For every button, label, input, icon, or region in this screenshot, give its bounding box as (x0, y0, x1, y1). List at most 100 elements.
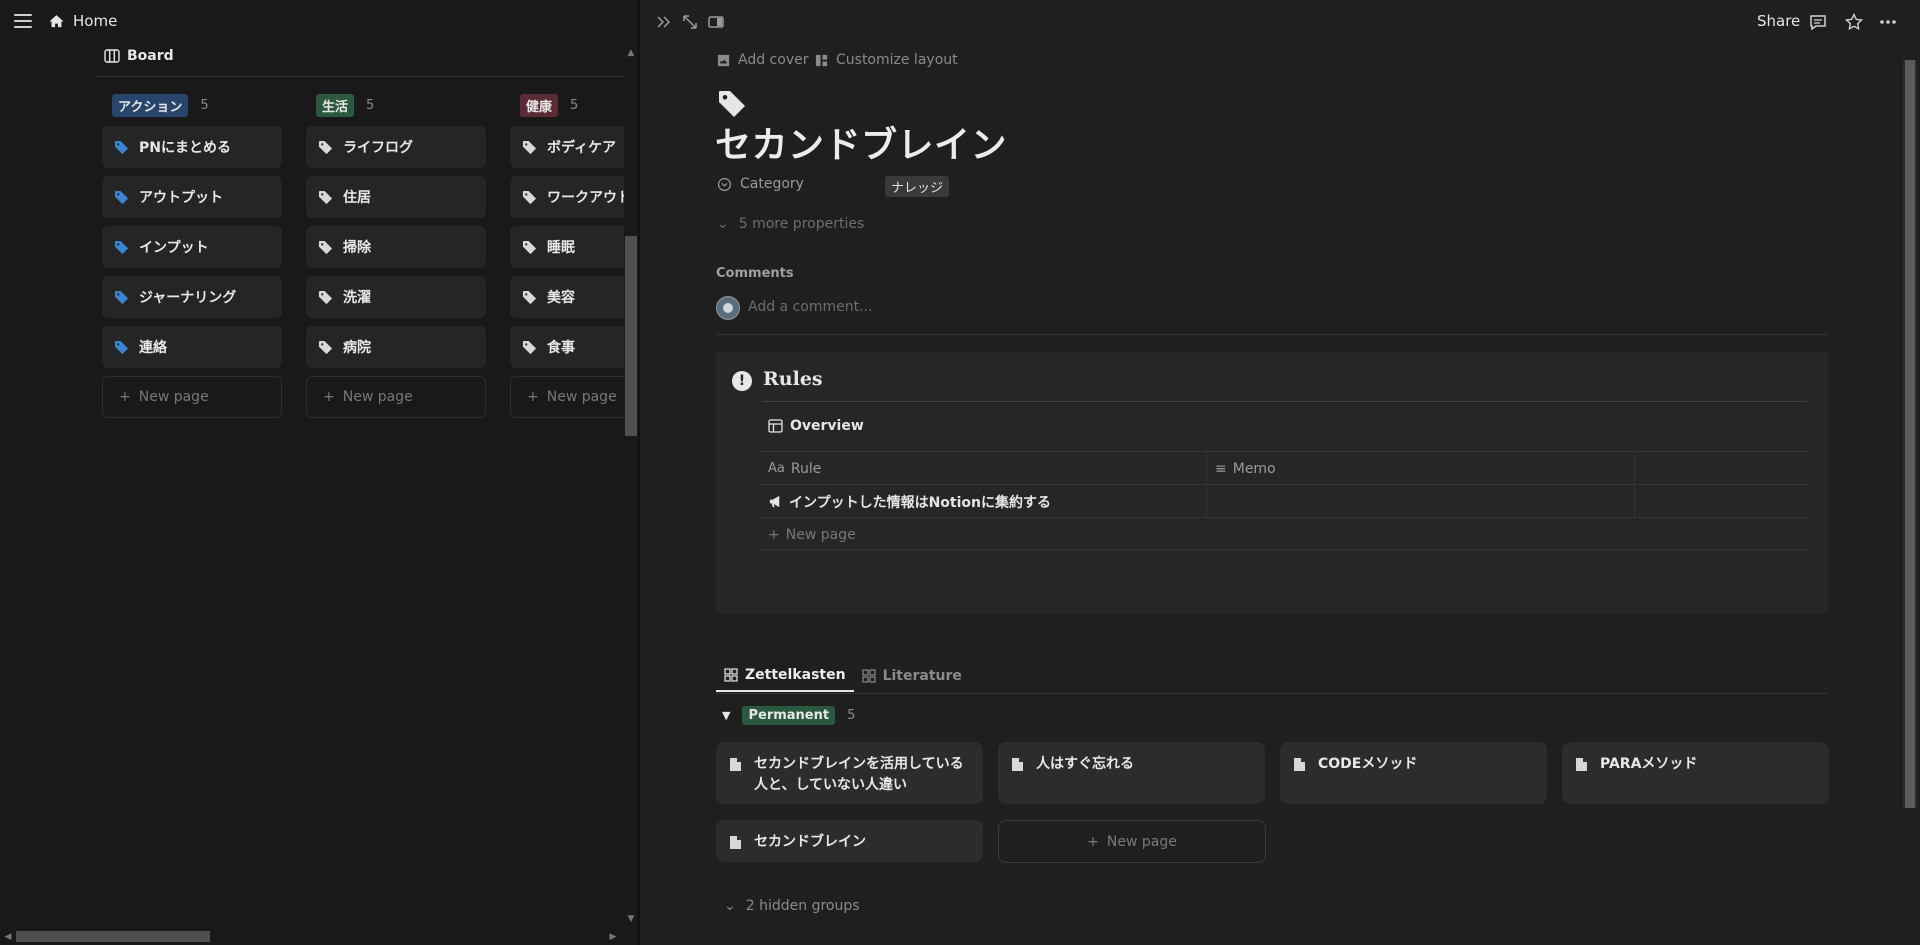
gallery-card[interactable]: PARAメソッド (1562, 742, 1829, 804)
board-card[interactable]: インプット (102, 226, 282, 268)
plus-icon: + (768, 526, 780, 543)
tag-icon (522, 340, 537, 354)
hidden-groups-toggle[interactable]: ⌄ 2 hidden groups (724, 898, 860, 914)
comment-input[interactable]: Add a comment... (748, 299, 872, 315)
layout-icon (815, 54, 828, 66)
board-card[interactable]: ライフログ (306, 126, 486, 168)
board-column-action: アクション 5 PNにまとめる アウトプット インプット ジャーナリング 連絡 … (102, 92, 282, 418)
horizontal-scrollbar[interactable]: ◀ ▶ (0, 927, 624, 945)
close-peek-icon[interactable] (654, 12, 674, 32)
card-title: アウトプット (139, 190, 223, 206)
gallery-card[interactable]: セカンドブレインを活用している人と、していない人違い (716, 742, 983, 804)
board-card[interactable]: 洗濯 (306, 276, 486, 318)
board-card[interactable]: 掃除 (306, 226, 486, 268)
column-header[interactable]: 健康 5 (510, 92, 624, 118)
gallery-card[interactable]: セカンドブレイン (716, 820, 983, 862)
group-count: 5 (847, 708, 856, 723)
scrollbar-thumb[interactable] (625, 236, 637, 436)
board-card[interactable]: 食事 (510, 326, 624, 368)
scroll-up-arrow-icon[interactable]: ▲ (626, 48, 636, 58)
expand-icon[interactable] (680, 12, 700, 32)
property-value-tag[interactable]: ナレッジ (885, 176, 950, 197)
overview-table: Aa Rule ≡ Memo インプットした情報はNotionに集約する + New … (760, 451, 1810, 550)
scroll-left-arrow-icon[interactable]: ◀ (3, 932, 13, 942)
tag-icon (522, 140, 537, 154)
new-page-label: New page (546, 389, 617, 405)
empty-cell (1634, 485, 1810, 518)
column-header-rule[interactable]: Aa Rule (760, 452, 1206, 485)
column-tag: 健康 (520, 93, 559, 117)
column-header[interactable]: 生活 5 (306, 92, 486, 118)
table-row[interactable]: インプットした情報はNotionに集約する (760, 484, 1810, 518)
card-title: 食事 (547, 340, 575, 356)
select-property-icon (717, 177, 732, 191)
new-page-label: New page (342, 389, 413, 405)
triangle-down-icon[interactable]: ▼ (722, 709, 730, 722)
board-card[interactable]: 住居 (306, 176, 486, 218)
table-new-row[interactable]: + New page (760, 517, 1810, 550)
more-properties-toggle[interactable]: ⌄ 5 more properties (717, 216, 864, 232)
board-card[interactable]: ジャーナリング (102, 276, 282, 318)
scroll-down-arrow-icon[interactable]: ▼ (626, 914, 636, 924)
plus-icon: + (1087, 833, 1099, 850)
scrollbar-thumb[interactable] (16, 931, 210, 942)
board-card[interactable]: 睡眠 (510, 226, 624, 268)
gallery-icon (724, 668, 738, 682)
customize-layout-button[interactable]: Customize layout (814, 52, 958, 68)
add-cover-label: Add cover (738, 52, 809, 68)
more-options-icon[interactable] (1878, 12, 1898, 32)
tab-zettelkasten[interactable]: Zettelkasten (716, 660, 854, 692)
board-card[interactable]: ボディケア (510, 126, 624, 168)
exclamation-icon[interactable]: ! (732, 371, 752, 391)
callout-title[interactable]: Rules (763, 368, 823, 390)
page-title[interactable]: セカンドブレイン (715, 116, 1007, 168)
memo-cell[interactable] (1206, 485, 1634, 518)
side-peek-icon[interactable] (706, 12, 726, 32)
card-title: PNにまとめる (139, 140, 231, 156)
tab-literature[interactable]: Literature (854, 660, 970, 692)
comment-icon[interactable] (1808, 12, 1828, 32)
star-icon[interactable] (1844, 12, 1864, 32)
divider (716, 334, 1828, 335)
column-header[interactable]: アクション 5 (102, 92, 282, 118)
board-card[interactable]: 美容 (510, 276, 624, 318)
vertical-scrollbar[interactable]: ▲ ▼ (624, 48, 637, 924)
gallery-card[interactable]: 人はすぐ忘れる (998, 742, 1265, 804)
board-card[interactable]: アウトプット (102, 176, 282, 218)
vertical-scrollbar[interactable] (1903, 60, 1917, 808)
text-lines-icon: ≡ (1215, 460, 1227, 477)
card-title: 病院 (343, 340, 371, 356)
database-view-tabs: Zettelkasten Literature (716, 660, 970, 692)
board-card[interactable]: 連絡 (102, 326, 282, 368)
add-cover-button[interactable]: Add cover (716, 52, 808, 68)
group-tag[interactable]: Permanent (742, 706, 836, 725)
share-button[interactable]: Share (1757, 12, 1800, 30)
menu-icon[interactable] (14, 13, 32, 29)
column-header-memo[interactable]: ≡ Memo (1206, 452, 1634, 485)
new-page-button[interactable]: + New page (998, 820, 1266, 863)
board-card[interactable]: PNにまとめる (102, 126, 282, 168)
add-column-cell[interactable] (1634, 452, 1810, 485)
board-card[interactable]: ワークアウト (510, 176, 624, 218)
board-card[interactable]: 病院 (306, 326, 486, 368)
board-view-tab[interactable]: Board (104, 48, 174, 64)
database-title[interactable]: Overview (768, 418, 864, 434)
rule-cell[interactable]: インプットした情報はNotionに集約する (760, 485, 1206, 518)
scrollbar-thumb[interactable] (1905, 60, 1915, 808)
tag-icon (114, 240, 129, 254)
scroll-right-arrow-icon[interactable]: ▶ (608, 932, 618, 942)
gallery-card[interactable]: CODEメソッド (1280, 742, 1547, 804)
new-page-button[interactable]: + New page (102, 376, 282, 418)
new-page-button[interactable]: + New page (760, 518, 1810, 551)
new-page-button[interactable]: + New page (510, 376, 624, 418)
tag-icon (114, 190, 129, 204)
new-page-button[interactable]: + New page (306, 376, 486, 418)
left-topbar: Home (0, 0, 638, 44)
home-breadcrumb[interactable]: Home (48, 12, 117, 30)
plus-icon: + (119, 389, 131, 405)
new-page-label: New page (138, 389, 209, 405)
column-tag: アクション (112, 93, 189, 117)
table-header-row: Aa Rule ≡ Memo (760, 451, 1810, 485)
table-icon (768, 419, 783, 433)
property-category[interactable]: Category (717, 176, 804, 192)
